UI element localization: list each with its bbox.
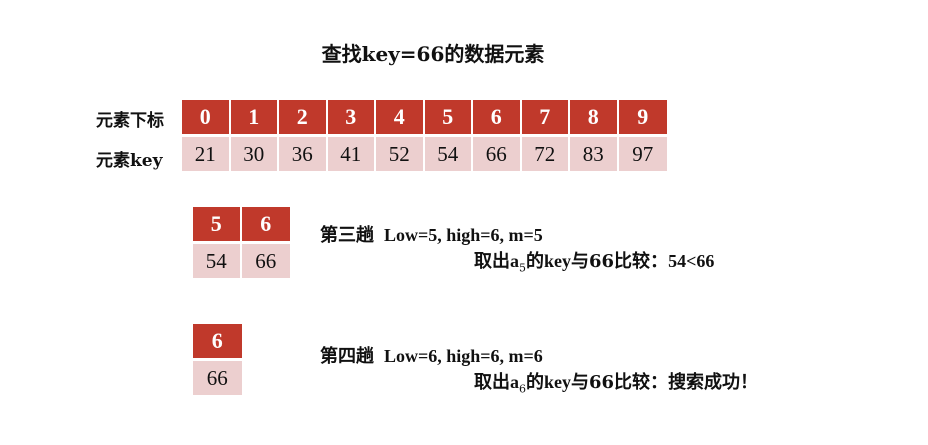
index-row: 0 1 2 3 4 5 6 7 8 9 xyxy=(182,100,667,134)
index-cell: 9 xyxy=(618,100,667,134)
compare-result: 搜索成功！ xyxy=(668,372,759,393)
step3-key-row: 54 66 xyxy=(193,244,290,278)
index-cell: 7 xyxy=(521,100,570,134)
key-cell: 36 xyxy=(279,137,328,171)
key-cell: 72 xyxy=(521,137,570,171)
key-cell: 66 xyxy=(241,244,290,278)
index-row-label: 元素下标 xyxy=(96,111,164,131)
index-cell: 6 xyxy=(241,207,290,241)
page-title: 查找key=66的数据元素 xyxy=(321,42,545,66)
step4-params: Low=6, high=6, m=6 xyxy=(384,346,543,366)
key-cell: 30 xyxy=(230,137,279,171)
key-cell: 66 xyxy=(473,137,522,171)
index-cell: 0 xyxy=(182,100,231,134)
key-row: 21 30 36 41 52 54 66 72 83 97 xyxy=(182,137,667,171)
key-cell: 41 xyxy=(327,137,376,171)
compare-text: 与66比较： xyxy=(571,372,669,393)
step3-compare: 取出a5的key与66比较：54<66 xyxy=(474,247,714,275)
element-var: a xyxy=(510,372,519,392)
index-cell: 1 xyxy=(230,100,279,134)
index-cell: 2 xyxy=(279,100,328,134)
step3-index-row: 5 6 xyxy=(193,207,290,241)
index-cell: 5 xyxy=(424,100,473,134)
key-row-label: 元素key xyxy=(96,151,163,171)
step4-key-row: 66 xyxy=(193,361,242,395)
compare-result: 54<66 xyxy=(668,251,715,271)
index-cell: 8 xyxy=(570,100,619,134)
index-cell: 6 xyxy=(473,100,522,134)
key-cell: 52 xyxy=(376,137,425,171)
step3-heading: 第三趟 Low=5, high=6, m=5 xyxy=(320,221,543,247)
take-prefix: 取出 xyxy=(474,372,510,393)
key-cell: 97 xyxy=(618,137,667,171)
index-cell: 4 xyxy=(376,100,425,134)
step4-index-row: 6 xyxy=(193,324,242,358)
step4-compare: 取出a6的key与66比较：搜索成功！ xyxy=(474,368,758,396)
key-cell: 83 xyxy=(570,137,619,171)
element-subscript: 6 xyxy=(519,382,526,396)
step4-heading: 第四趟 Low=6, high=6, m=6 xyxy=(320,342,543,368)
key-cell: 21 xyxy=(182,137,231,171)
element-subscript: 5 xyxy=(519,261,526,275)
step3-name: 第三趟 xyxy=(320,225,374,246)
key-cell: 54 xyxy=(424,137,473,171)
element-var: a xyxy=(510,251,519,271)
key-cell: 66 xyxy=(193,361,242,395)
compare-text: 与66比较： xyxy=(571,251,669,272)
particle: 的 xyxy=(526,251,544,272)
take-prefix: 取出 xyxy=(474,251,510,272)
step3-params: Low=5, high=6, m=5 xyxy=(384,225,543,245)
index-cell: 6 xyxy=(193,324,242,358)
index-cell: 5 xyxy=(193,207,242,241)
step4-name: 第四趟 xyxy=(320,346,374,367)
key-cell: 54 xyxy=(193,244,242,278)
keyword: key xyxy=(544,372,571,392)
index-cell: 3 xyxy=(327,100,376,134)
keyword: key xyxy=(544,251,571,271)
particle: 的 xyxy=(526,372,544,393)
